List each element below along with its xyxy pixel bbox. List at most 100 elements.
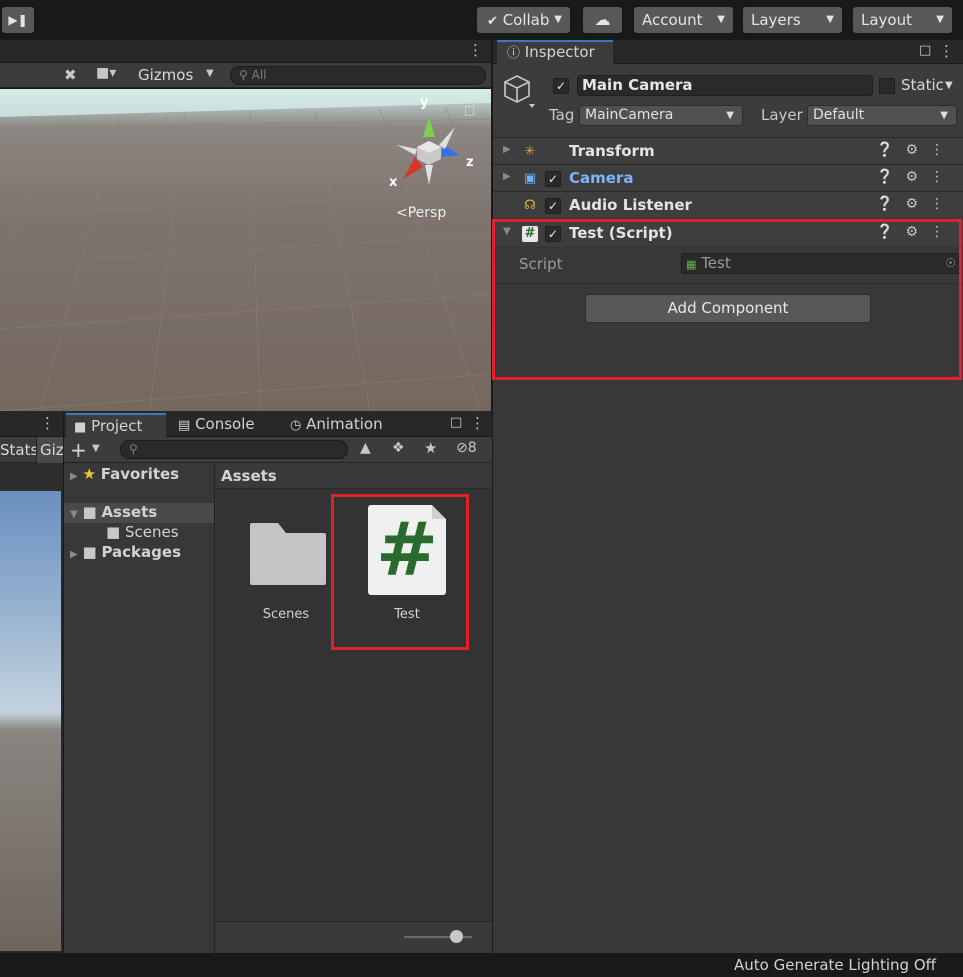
expand-arrow-icon: ▶ [70, 549, 78, 560]
component-audio-listener[interactable]: ☊ ✓ Audio Listener ❔⚙⋮ [493, 191, 963, 218]
preset-icon[interactable]: ⚙ [905, 169, 930, 185]
object-name-field[interactable]: Main Camera [577, 75, 873, 96]
game-viewport[interactable] [0, 491, 61, 951]
expand-arrow-icon[interactable]: ▶ [503, 171, 511, 182]
folder-icon: ■ [82, 543, 97, 561]
orientation-gizmo[interactable] [385, 97, 475, 197]
lock-icon[interactable]: □ [450, 415, 462, 430]
y-axis-cone[interactable] [423, 117, 435, 137]
tag-value: MainCamera [585, 107, 674, 123]
account-dropdown[interactable]: Account ▼ [634, 7, 733, 33]
tab-console[interactable]: ▤ Console [170, 413, 280, 437]
breadcrumb-assets[interactable]: Assets [221, 467, 277, 485]
component-enabled-checkbox[interactable]: ✓ [545, 171, 561, 187]
more-options-icon[interactable]: ⋮ [470, 414, 485, 432]
component-actions[interactable]: ❔⚙⋮ [876, 196, 956, 212]
cloud-button[interactable]: ☁ [583, 7, 622, 33]
layers-label: Layers [751, 11, 801, 29]
step-button[interactable]: ▶❚ [2, 7, 34, 33]
layer-dropdown[interactable]: Default ▼ [807, 105, 957, 126]
help-icon[interactable]: ❔ [876, 169, 905, 185]
search-icon: ⚲ [239, 68, 248, 82]
tree-item-scenes[interactable]: ■ Scenes [106, 523, 179, 541]
folder-icon: ■ [106, 523, 121, 541]
hidden-packages-toggle[interactable]: ⊘8 [456, 440, 477, 456]
component-name: Camera [569, 169, 634, 187]
lock-icon[interactable]: □ [919, 43, 931, 58]
game-letterbox [0, 463, 63, 491]
tree-item-favorites[interactable]: ▶ ★ Favorites [70, 465, 179, 483]
lock-icon[interactable]: □ [464, 103, 475, 117]
tree-item-packages[interactable]: ▶ ■ Packages [70, 543, 181, 561]
chevron-down-icon[interactable]: ▼ [945, 80, 953, 91]
filter-by-label-icon[interactable]: ❖ [392, 440, 405, 456]
component-camera[interactable]: ▶ ▣ ✓ Camera ❔⚙⋮ [493, 164, 963, 191]
chevron-down-icon: ▼ [940, 110, 948, 121]
more-options-icon[interactable]: ⋮ [930, 169, 956, 185]
console-icon: ▤ [178, 418, 191, 433]
tree-item-assets[interactable]: ▼ ■ Assets [70, 503, 157, 521]
more-options-icon[interactable]: ⋮ [468, 41, 483, 59]
breadcrumb: Assets [216, 463, 493, 489]
help-icon[interactable]: ❔ [876, 196, 905, 212]
game-view-panel: ⋮ Stats Giz [0, 411, 63, 953]
tree-label-assets: Assets [101, 503, 158, 521]
preset-icon[interactable]: ⚙ [905, 196, 930, 212]
tools-icon[interactable]: ✖ [64, 66, 77, 84]
more-options-icon[interactable]: ⋮ [930, 142, 956, 158]
tree-label-packages: Packages [101, 543, 181, 561]
eye-slash-icon: ⊘ [456, 440, 468, 456]
gizmos-button[interactable]: Giz [36, 437, 63, 463]
chevron-down-icon[interactable]: ▼ [206, 68, 214, 79]
active-checkbox[interactable]: ✓ [553, 78, 569, 94]
info-icon: ⓘ [507, 46, 521, 61]
project-search-input[interactable]: ⚲ [120, 440, 348, 459]
help-icon[interactable]: ❔ [876, 142, 905, 158]
chevron-down-icon: ▼ [726, 110, 734, 121]
persp-label: Persp [407, 205, 447, 221]
inspector-tab-bar: ⓘ Inspector □ ⋮ [493, 40, 963, 64]
headphones-icon: ☊ [524, 198, 536, 213]
scene-viewport[interactable]: y z x □ <Persp [0, 89, 491, 411]
tag-dropdown[interactable]: MainCamera ▼ [579, 105, 743, 126]
gizmos-dropdown[interactable]: Gizmos [138, 66, 193, 84]
component-enabled-checkbox[interactable]: ✓ [545, 198, 561, 214]
collab-button[interactable]: ✔ Collab ▼ [477, 7, 570, 33]
more-options-icon[interactable]: ⋮ [930, 196, 956, 212]
more-options-icon[interactable]: ⋮ [939, 42, 954, 60]
chevron-down-icon[interactable]: ▼ [92, 443, 100, 454]
create-plus-icon[interactable]: + [70, 438, 87, 462]
clock-icon: ◷ [290, 418, 302, 433]
tab-project[interactable]: ■ Project [66, 413, 166, 437]
chevron-down-icon: ▼ [554, 14, 562, 25]
preset-icon[interactable]: ⚙ [905, 142, 930, 158]
axis-label-z: z [466, 155, 474, 170]
filter-by-type-icon[interactable]: ▲ [360, 440, 371, 456]
asset-folder-scenes[interactable]: Scenes [236, 513, 336, 623]
lighting-status[interactable]: Auto Generate Lighting Off [734, 956, 936, 974]
favorite-star-icon[interactable]: ★ [424, 439, 437, 457]
stats-button[interactable]: Stats [0, 441, 38, 459]
tab-animation[interactable]: ◷ Animation [282, 413, 412, 437]
layers-dropdown[interactable]: Layers ▼ [743, 7, 842, 33]
component-transform[interactable]: ▶ ✳ Transform ❔⚙⋮ [493, 137, 963, 164]
search-placeholder: All [251, 68, 267, 82]
more-options-icon[interactable]: ⋮ [40, 414, 55, 432]
zoom-slider-handle[interactable] [450, 930, 463, 943]
perspective-toggle[interactable]: <Persp [396, 205, 446, 221]
static-checkbox[interactable] [879, 78, 895, 94]
component-actions[interactable]: ❔⚙⋮ [876, 142, 956, 158]
scene-toolbar: ✖ ■▾ Gizmos ▼ ⚲ All [0, 63, 491, 88]
component-name: Audio Listener [569, 196, 692, 214]
expand-arrow-icon[interactable]: ▶ [503, 144, 511, 155]
tree-label-scenes: Scenes [124, 523, 179, 541]
status-bar: Auto Generate Lighting Off [0, 953, 963, 977]
layout-dropdown[interactable]: Layout ▼ [853, 7, 952, 33]
scene-search-input[interactable]: ⚲ All [230, 66, 486, 85]
step-icon: ▶❚ [8, 13, 28, 27]
tab-inspector[interactable]: ⓘ Inspector [497, 40, 613, 64]
camera-settings-icon[interactable]: ■▾ [96, 65, 116, 81]
component-actions[interactable]: ❔⚙⋮ [876, 169, 956, 185]
search-icon: ⚲ [129, 442, 138, 456]
object-header: ✓ Main Camera Static ▼ Tag MainCamera ▼ … [493, 64, 963, 138]
